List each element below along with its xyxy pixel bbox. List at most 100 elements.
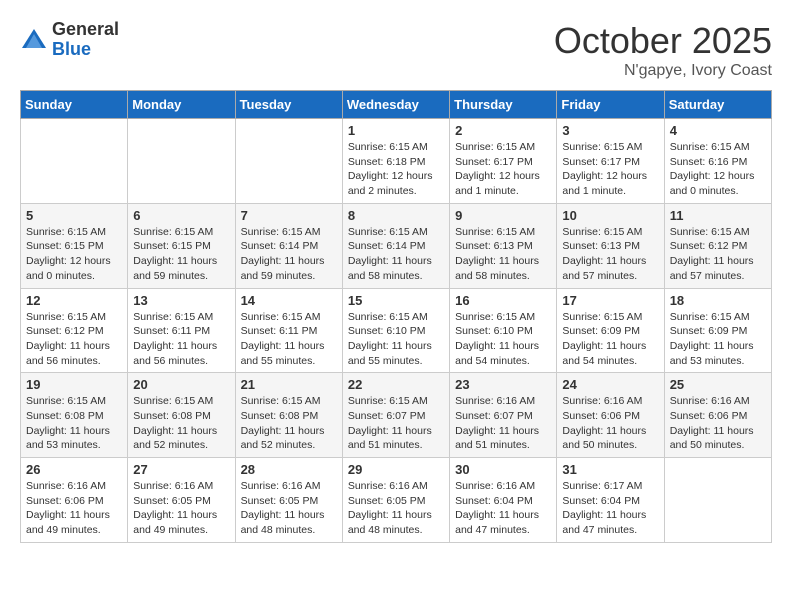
logo-icon	[20, 26, 48, 54]
week-row-1: 5 Sunrise: 6:15 AM Sunset: 6:15 PM Daylig…	[21, 203, 772, 288]
day-number: 10	[562, 208, 658, 223]
col-thursday: Thursday	[450, 91, 557, 119]
day-cell: 29 Sunrise: 6:16 AM Sunset: 6:05 PM Dayli…	[342, 458, 449, 543]
day-number: 31	[562, 462, 658, 477]
day-info: Sunrise: 6:16 AM Sunset: 6:07 PM Dayligh…	[455, 394, 551, 453]
day-info: Sunrise: 6:15 AM Sunset: 6:11 PM Dayligh…	[241, 310, 337, 369]
day-cell: 27 Sunrise: 6:16 AM Sunset: 6:05 PM Dayli…	[128, 458, 235, 543]
day-number: 21	[241, 377, 337, 392]
day-info: Sunrise: 6:15 AM Sunset: 6:17 PM Dayligh…	[455, 140, 551, 199]
day-number: 17	[562, 293, 658, 308]
day-number: 11	[670, 208, 766, 223]
day-info: Sunrise: 6:17 AM Sunset: 6:04 PM Dayligh…	[562, 479, 658, 538]
day-number: 6	[133, 208, 229, 223]
day-cell: 22 Sunrise: 6:15 AM Sunset: 6:07 PM Dayli…	[342, 373, 449, 458]
day-info: Sunrise: 6:15 AM Sunset: 6:08 PM Dayligh…	[241, 394, 337, 453]
day-cell	[21, 119, 128, 204]
day-info: Sunrise: 6:15 AM Sunset: 6:14 PM Dayligh…	[241, 225, 337, 284]
day-cell: 26 Sunrise: 6:16 AM Sunset: 6:06 PM Dayli…	[21, 458, 128, 543]
logo-general: General	[52, 20, 119, 40]
day-cell: 28 Sunrise: 6:16 AM Sunset: 6:05 PM Dayli…	[235, 458, 342, 543]
day-number: 5	[26, 208, 122, 223]
day-cell: 10 Sunrise: 6:15 AM Sunset: 6:13 PM Dayli…	[557, 203, 664, 288]
location: N'gapye, Ivory Coast	[554, 62, 772, 80]
week-row-2: 12Sunrise: 6:15 AM Sunset: 6:12 PM Dayli…	[21, 288, 772, 373]
day-cell: 16Sunrise: 6:15 AM Sunset: 6:10 PM Dayli…	[450, 288, 557, 373]
col-sunday: Sunday	[21, 91, 128, 119]
day-number: 20	[133, 377, 229, 392]
calendar-table: Sunday Monday Tuesday Wednesday Thursday…	[20, 90, 772, 543]
title-block: October 2025 N'gapye, Ivory Coast	[554, 20, 772, 80]
day-number: 29	[348, 462, 444, 477]
day-info: Sunrise: 6:15 AM Sunset: 6:09 PM Dayligh…	[670, 310, 766, 369]
day-number: 2	[455, 123, 551, 138]
day-cell: 2 Sunrise: 6:15 AM Sunset: 6:17 PM Daylig…	[450, 119, 557, 204]
day-number: 25	[670, 377, 766, 392]
day-cell: 20 Sunrise: 6:15 AM Sunset: 6:08 PM Dayli…	[128, 373, 235, 458]
day-info: Sunrise: 6:15 AM Sunset: 6:13 PM Dayligh…	[562, 225, 658, 284]
day-info: Sunrise: 6:15 AM Sunset: 6:14 PM Dayligh…	[348, 225, 444, 284]
day-info: Sunrise: 6:15 AM Sunset: 6:15 PM Dayligh…	[26, 225, 122, 284]
day-cell: 21 Sunrise: 6:15 AM Sunset: 6:08 PM Dayli…	[235, 373, 342, 458]
day-cell: 23Sunrise: 6:16 AM Sunset: 6:07 PM Dayli…	[450, 373, 557, 458]
logo-blue: Blue	[52, 40, 119, 60]
day-cell: 5 Sunrise: 6:15 AM Sunset: 6:15 PM Daylig…	[21, 203, 128, 288]
day-info: Sunrise: 6:15 AM Sunset: 6:07 PM Dayligh…	[348, 394, 444, 453]
week-row-3: 19 Sunrise: 6:15 AM Sunset: 6:08 PM Dayli…	[21, 373, 772, 458]
day-cell: 18 Sunrise: 6:15 AM Sunset: 6:09 PM Dayli…	[664, 288, 771, 373]
day-info: Sunrise: 6:16 AM Sunset: 6:05 PM Dayligh…	[133, 479, 229, 538]
day-number: 27	[133, 462, 229, 477]
day-cell: 8Sunrise: 6:15 AM Sunset: 6:14 PM Daylig…	[342, 203, 449, 288]
day-number: 15	[348, 293, 444, 308]
day-info: Sunrise: 6:15 AM Sunset: 6:17 PM Dayligh…	[562, 140, 658, 199]
col-saturday: Saturday	[664, 91, 771, 119]
col-monday: Monday	[128, 91, 235, 119]
week-row-0: 1Sunrise: 6:15 AM Sunset: 6:18 PM Daylig…	[21, 119, 772, 204]
day-info: Sunrise: 6:16 AM Sunset: 6:06 PM Dayligh…	[562, 394, 658, 453]
day-number: 4	[670, 123, 766, 138]
day-cell: 24 Sunrise: 6:16 AM Sunset: 6:06 PM Dayli…	[557, 373, 664, 458]
day-number: 7	[241, 208, 337, 223]
day-cell	[664, 458, 771, 543]
month-title: October 2025	[554, 20, 772, 62]
day-cell: 6Sunrise: 6:15 AM Sunset: 6:15 PM Daylig…	[128, 203, 235, 288]
day-number: 28	[241, 462, 337, 477]
logo-text: General Blue	[52, 20, 119, 60]
day-info: Sunrise: 6:15 AM Sunset: 6:13 PM Dayligh…	[455, 225, 551, 284]
day-info: Sunrise: 6:16 AM Sunset: 6:06 PM Dayligh…	[26, 479, 122, 538]
day-info: Sunrise: 6:16 AM Sunset: 6:06 PM Dayligh…	[670, 394, 766, 453]
day-info: Sunrise: 6:15 AM Sunset: 6:12 PM Dayligh…	[26, 310, 122, 369]
day-info: Sunrise: 6:15 AM Sunset: 6:08 PM Dayligh…	[26, 394, 122, 453]
day-cell: 15 Sunrise: 6:15 AM Sunset: 6:10 PM Dayli…	[342, 288, 449, 373]
day-cell: 9 Sunrise: 6:15 AM Sunset: 6:13 PM Daylig…	[450, 203, 557, 288]
day-info: Sunrise: 6:16 AM Sunset: 6:05 PM Dayligh…	[348, 479, 444, 538]
day-number: 22	[348, 377, 444, 392]
day-info: Sunrise: 6:15 AM Sunset: 6:10 PM Dayligh…	[348, 310, 444, 369]
day-cell: 14 Sunrise: 6:15 AM Sunset: 6:11 PM Dayli…	[235, 288, 342, 373]
day-cell: 7 Sunrise: 6:15 AM Sunset: 6:14 PM Daylig…	[235, 203, 342, 288]
day-info: Sunrise: 6:15 AM Sunset: 6:16 PM Dayligh…	[670, 140, 766, 199]
day-number: 19	[26, 377, 122, 392]
day-cell: 12Sunrise: 6:15 AM Sunset: 6:12 PM Dayli…	[21, 288, 128, 373]
col-tuesday: Tuesday	[235, 91, 342, 119]
day-info: Sunrise: 6:16 AM Sunset: 6:05 PM Dayligh…	[241, 479, 337, 538]
day-number: 24	[562, 377, 658, 392]
day-cell: 31 Sunrise: 6:17 AM Sunset: 6:04 PM Dayli…	[557, 458, 664, 543]
day-info: Sunrise: 6:15 AM Sunset: 6:09 PM Dayligh…	[562, 310, 658, 369]
header-row: Sunday Monday Tuesday Wednesday Thursday…	[21, 91, 772, 119]
day-number: 9	[455, 208, 551, 223]
day-cell	[128, 119, 235, 204]
day-number: 3	[562, 123, 658, 138]
day-number: 26	[26, 462, 122, 477]
day-cell: 19 Sunrise: 6:15 AM Sunset: 6:08 PM Dayli…	[21, 373, 128, 458]
day-info: Sunrise: 6:15 AM Sunset: 6:18 PM Dayligh…	[348, 140, 444, 199]
day-number: 13	[133, 293, 229, 308]
col-wednesday: Wednesday	[342, 91, 449, 119]
day-number: 18	[670, 293, 766, 308]
day-cell: 30Sunrise: 6:16 AM Sunset: 6:04 PM Dayli…	[450, 458, 557, 543]
day-info: Sunrise: 6:15 AM Sunset: 6:08 PM Dayligh…	[133, 394, 229, 453]
day-cell: 13 Sunrise: 6:15 AM Sunset: 6:11 PM Dayli…	[128, 288, 235, 373]
day-info: Sunrise: 6:15 AM Sunset: 6:11 PM Dayligh…	[133, 310, 229, 369]
day-number: 14	[241, 293, 337, 308]
day-cell: 25 Sunrise: 6:16 AM Sunset: 6:06 PM Dayli…	[664, 373, 771, 458]
